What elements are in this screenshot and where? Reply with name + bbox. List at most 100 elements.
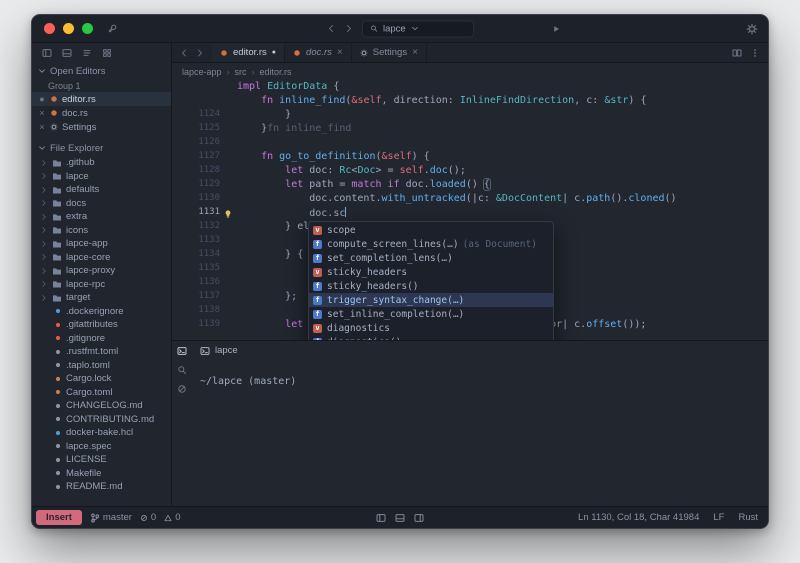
code-line[interactable]: 1124 } bbox=[172, 109, 768, 123]
breadcrumb-item[interactable]: editor.rs bbox=[260, 67, 292, 77]
settings-gear-icon[interactable] bbox=[746, 23, 758, 35]
tree-item[interactable]: icons bbox=[32, 224, 171, 238]
file-explorer-header[interactable]: File Explorer bbox=[32, 140, 171, 156]
close-icon[interactable]: × bbox=[337, 47, 343, 58]
tree-item[interactable]: CHANGELOG.md bbox=[32, 399, 171, 413]
tree-item[interactable]: .gitattributes bbox=[32, 318, 171, 332]
wrench-icon[interactable] bbox=[107, 24, 117, 34]
close-icon[interactable]: × bbox=[412, 47, 418, 58]
breadcrumb-item[interactable]: src bbox=[235, 67, 247, 77]
tree-item[interactable]: README.md bbox=[32, 480, 171, 494]
completion-item[interactable]: f diagnostics() bbox=[309, 335, 553, 340]
tree-item[interactable]: .taplo.toml bbox=[32, 359, 171, 373]
tree-item[interactable]: target bbox=[32, 291, 171, 305]
tree-item[interactable]: .github bbox=[32, 156, 171, 170]
code-text: fn go_to_definition(&self) { bbox=[261, 151, 430, 162]
tree-item[interactable]: defaults bbox=[32, 183, 171, 197]
line-ending[interactable]: LF bbox=[713, 512, 724, 523]
open-editors-header[interactable]: Open Editors bbox=[32, 63, 171, 79]
zoom-window-button[interactable] bbox=[82, 23, 93, 34]
forward-icon[interactable] bbox=[344, 24, 354, 34]
tab-doc.rs[interactable]: doc.rs × bbox=[285, 43, 352, 62]
tree-item[interactable]: Makefile bbox=[32, 467, 171, 481]
text-cursor bbox=[345, 207, 347, 217]
close-icon[interactable]: × bbox=[38, 106, 46, 120]
completion-item[interactable]: v scope bbox=[309, 223, 553, 237]
tree-item[interactable]: lapce-core bbox=[32, 251, 171, 265]
toggle-right-panel-icon[interactable] bbox=[414, 513, 424, 523]
completion-item[interactable]: f compute_screen_lines(…) (as Document) bbox=[309, 237, 553, 251]
branch-indicator[interactable]: master bbox=[90, 512, 132, 523]
minimize-window-button[interactable] bbox=[63, 23, 74, 34]
code-line[interactable]: 1130 doc.content.with_untracked(|c: &Doc… bbox=[172, 193, 768, 207]
code-editor[interactable]: impl EditorData { fn inline_find(&self, … bbox=[172, 80, 768, 340]
lightbulb-icon[interactable] bbox=[223, 209, 233, 219]
tree-item[interactable]: docs bbox=[32, 197, 171, 211]
sticky-line[interactable]: impl EditorData { bbox=[172, 81, 768, 95]
run-icon[interactable] bbox=[551, 24, 561, 34]
outline-panel-icon[interactable] bbox=[82, 48, 92, 58]
modified-dot-icon[interactable]: ● bbox=[38, 92, 46, 106]
split-editor-icon[interactable] bbox=[732, 48, 742, 58]
toggle-bottom-panel-icon[interactable] bbox=[395, 513, 405, 523]
sticky-line[interactable]: fn inline_find(&self, direction: InlineF… bbox=[172, 95, 768, 109]
close-window-button[interactable] bbox=[44, 23, 55, 34]
code-line[interactable]: 1126 bbox=[172, 137, 768, 151]
warning-count[interactable]: 0 bbox=[164, 512, 181, 523]
search-panel-icon[interactable] bbox=[177, 365, 187, 375]
tree-item[interactable]: .dockerignore bbox=[32, 305, 171, 319]
plugins-panel-icon[interactable] bbox=[102, 48, 112, 58]
tree-item[interactable]: Cargo.lock bbox=[32, 372, 171, 386]
completion-item[interactable]: f trigger_syntax_change(…) bbox=[309, 293, 553, 307]
tree-item[interactable]: lapce-rpc bbox=[32, 278, 171, 292]
tree-item[interactable]: extra bbox=[32, 210, 171, 224]
tree-item[interactable]: LICENSE bbox=[32, 453, 171, 467]
error-icon bbox=[140, 514, 148, 522]
terminal-prompt[interactable]: ~/lapce (master) bbox=[192, 360, 768, 387]
more-actions-icon[interactable] bbox=[750, 48, 760, 58]
tree-item[interactable]: lapce bbox=[32, 170, 171, 184]
code-line[interactable]: 1129 let path = match if doc.loaded() { bbox=[172, 178, 768, 193]
tree-item[interactable]: Cargo.toml bbox=[32, 386, 171, 400]
close-icon[interactable]: × bbox=[38, 120, 46, 134]
completion-item[interactable]: v diagnostics bbox=[309, 321, 553, 335]
code-line[interactable]: 1128 let doc: Rc<Doc> = self.doc(); bbox=[172, 165, 768, 179]
chevron-right-icon bbox=[40, 159, 48, 167]
completion-item[interactable]: f sticky_headers() bbox=[309, 279, 553, 293]
tree-item[interactable]: lapce-proxy bbox=[32, 264, 171, 278]
tab-forward-icon[interactable] bbox=[195, 48, 205, 58]
explorer-panel-icon[interactable] bbox=[42, 48, 52, 58]
code-line[interactable]: 1127 fn go_to_definition(&self) { bbox=[172, 151, 768, 165]
cursor-position[interactable]: Ln 1130, Col 18, Char 41984 bbox=[578, 512, 699, 523]
toggle-left-panel-icon[interactable] bbox=[376, 513, 386, 523]
breadcrumb-item[interactable]: lapce-app bbox=[182, 67, 222, 77]
bottom-panel-icon[interactable] bbox=[62, 48, 72, 58]
problems-panel-icon[interactable] bbox=[177, 384, 187, 394]
error-count[interactable]: 0 bbox=[140, 512, 156, 523]
open-editor-item[interactable]: × doc.rs bbox=[32, 106, 171, 120]
terminal-panel-icon[interactable] bbox=[177, 346, 187, 356]
back-icon[interactable] bbox=[326, 24, 336, 34]
mode-badge[interactable]: Insert bbox=[36, 510, 82, 525]
tab-Settings[interactable]: Settings × bbox=[352, 43, 427, 62]
completion-item[interactable]: v sticky_headers bbox=[309, 265, 553, 279]
tree-item[interactable]: lapce-app bbox=[32, 237, 171, 251]
code-line[interactable]: 1125 }fn inline_find bbox=[172, 123, 768, 137]
open-editor-item[interactable]: × Settings bbox=[32, 120, 171, 134]
completion-item[interactable]: f set_inline_completion(…) bbox=[309, 307, 553, 321]
command-palette[interactable]: lapce bbox=[362, 20, 474, 37]
tree-item[interactable]: CONTRIBUTING.md bbox=[32, 413, 171, 427]
entry-name: Makefile bbox=[66, 467, 102, 479]
open-editor-item[interactable]: ● editor.rs bbox=[32, 92, 171, 106]
tree-item[interactable]: docker-bake.hcl bbox=[32, 426, 171, 440]
tab-back-icon[interactable] bbox=[179, 48, 189, 58]
tree-item[interactable]: .gitignore bbox=[32, 332, 171, 346]
code-line[interactable]: 1131 doc.sc bbox=[172, 207, 768, 221]
tree-item[interactable]: .rustfmt.toml bbox=[32, 345, 171, 359]
tab-bar: editor.rs ● doc.rs × Settings × bbox=[172, 43, 768, 63]
tree-item[interactable]: lapce.spec bbox=[32, 440, 171, 454]
terminal-tab-label[interactable]: lapce bbox=[215, 345, 238, 356]
tab-editor.rs[interactable]: editor.rs ● bbox=[212, 43, 286, 62]
completion-item[interactable]: f set_completion_lens(…) bbox=[309, 251, 553, 265]
language-mode[interactable]: Rust bbox=[738, 512, 758, 523]
